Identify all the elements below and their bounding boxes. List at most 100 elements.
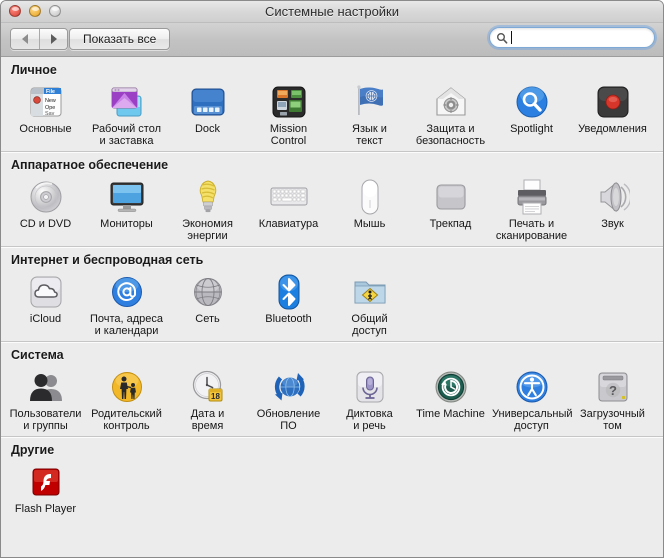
pane-row: File New Ope Sav Основные Рабочий стол и… [1,80,663,151]
sharing-icon [329,272,410,312]
pane-time-machine[interactable]: Time Machine [410,365,491,432]
pane-accessibility[interactable]: Универсальный доступ [491,365,573,432]
navigation-segmented-control [10,28,68,50]
show-all-button[interactable]: Показать все [69,28,171,50]
pane-label: Универсальный доступ [492,408,573,432]
pane-label: Дата и время [190,408,225,432]
pane-label: CD и DVD [19,218,72,230]
pane-displays[interactable]: Мониторы [86,175,167,242]
back-arrow-icon [22,34,28,44]
pane-mail-contacts-calendars[interactable]: Почта, адреса и календари [86,270,167,337]
pane-label: iCloud [29,313,62,325]
pane-language-text[interactable]: Язык и текст [329,80,410,147]
pane-mouse[interactable]: Мышь [329,175,410,242]
svg-text:Sav: Sav [45,111,55,117]
date-time-icon: 18 [167,367,248,407]
pane-label: Экономия энергии [182,218,233,242]
search-icon [497,32,508,44]
pane-network[interactable]: Сеть [167,270,248,337]
search-input-text[interactable] [511,31,654,44]
pane-label: Dock [194,123,221,135]
pane-startup-disk[interactable]: ? Загрузочный том [572,365,653,432]
pane-dock[interactable]: Dock [167,80,248,147]
forward-button[interactable] [39,29,67,49]
pane-dictation-speech[interactable]: Диктовка и речь [329,365,410,432]
pane-row: Пользователи и группы Родительский контр… [1,365,663,436]
pane-general[interactable]: File New Ope Sav Основные [5,80,86,147]
section-title: Система [11,348,64,362]
pane-software-update[interactable]: Обновление ПО [248,365,329,432]
pane-label: Клавиатура [258,218,319,230]
pane-parental-controls[interactable]: Родительский контроль [86,365,167,432]
pane-label: Трекпад [429,218,472,230]
pane-notifications[interactable]: Уведомления [572,80,653,147]
pane-spotlight[interactable]: Spotlight [491,80,572,147]
pane-print-scan[interactable]: Печать и сканирование [491,175,572,242]
bluetooth-icon [248,272,329,312]
search-field-container [489,27,655,48]
pane-bluetooth[interactable]: Bluetooth [248,270,329,337]
trackpad-icon [410,177,491,217]
section-title: Личное [11,63,57,77]
pane-label: Почта, адреса и календари [89,313,164,337]
parental-controls-icon [86,367,167,407]
pane-date-time[interactable]: 18 Дата и время [167,365,248,432]
pane-label: Time Machine [416,408,485,420]
svg-text:File: File [46,89,55,95]
mouse-icon [329,177,410,217]
pane-label: Печать и сканирование [495,218,568,242]
back-button[interactable] [11,29,39,49]
pane-row: Flash Player [1,460,663,520]
dock-icon [167,82,248,122]
forward-arrow-icon [50,34,57,44]
preference-panes-grid: Личное File New Ope Sav Основные Рабочий… [1,57,663,557]
pane-desktop-screensaver[interactable]: Рабочий стол и заставка [86,80,167,147]
pane-label: Рабочий стол и заставка [91,123,162,147]
pane-label: Мониторы [100,218,153,230]
time-machine-icon [410,367,491,407]
cd-dvd-icon [5,177,86,217]
pane-flash-player[interactable]: Flash Player [5,460,86,516]
pane-label: Spotlight [510,123,553,135]
energy-saver-icon [167,177,248,217]
network-icon [167,272,248,312]
section-title: Интернет и беспроводная сеть [11,253,204,267]
pane-sharing[interactable]: Общий доступ [329,270,410,337]
pane-label: Обновление ПО [256,408,321,432]
pane-users-groups[interactable]: Пользователи и группы [5,365,86,432]
pane-mission-control[interactable]: Mission Control [248,80,329,147]
pane-energy-saver[interactable]: Экономия энергии [167,175,248,242]
icloud-icon [5,272,86,312]
pane-label: Flash Player [14,503,77,515]
pane-keyboard[interactable]: Клавиатура [248,175,329,242]
section-title: Аппаратное обеспечение [11,158,169,172]
pane-security-privacy[interactable]: Защита и безопасность [410,80,491,147]
toolbar: Показать все [1,23,663,57]
pane-label: Mission Control [269,123,308,147]
spotlight-icon [491,82,572,122]
system-preferences-window: Системные настройки Показать все Личное … [0,0,664,558]
accessibility-icon [491,367,572,407]
dictation-speech-icon [329,367,410,407]
pane-label: Язык и текст [352,123,387,147]
text-caret [511,31,512,44]
pane-icloud[interactable]: iCloud [5,270,86,337]
pane-cd-dvd[interactable]: CD и DVD [5,175,86,242]
flash-player-icon [5,462,86,502]
pane-label: Пользователи и группы [9,408,82,432]
pane-label: Основные [19,123,72,135]
pane-sound[interactable]: Звук [572,175,653,242]
pane-label: Сеть [195,313,220,325]
section-other: Другие Flash Player [1,436,663,520]
pane-row: iCloud Почта, адреса и календари Сеть Bl… [1,270,663,341]
pane-trackpad[interactable]: Трекпад [410,175,491,242]
show-all-label: Показать все [83,32,157,46]
software-update-icon [248,367,329,407]
pane-label: Диктовка и речь [346,408,393,432]
window-title: Системные настройки [264,4,400,19]
mail-contacts-calendars-icon [86,272,167,312]
general-icon: File New Ope Sav [5,82,86,122]
mission-control-icon [248,82,329,122]
search-input[interactable] [489,27,655,48]
security-privacy-icon [410,82,491,122]
